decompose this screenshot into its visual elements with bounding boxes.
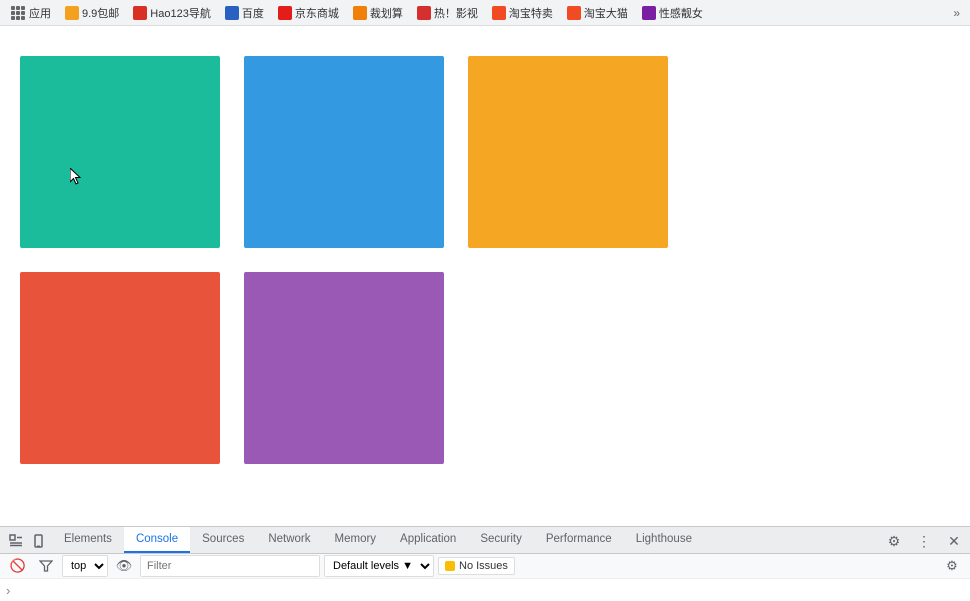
log-levels-select[interactable]: Default levels ▼: [324, 555, 434, 577]
devtools-tabs: Elements Console Sources Network Memory …: [0, 527, 970, 554]
context-selector[interactable]: top: [62, 555, 108, 577]
devtools-close-button[interactable]: ✕: [942, 529, 966, 553]
no-issues-label: No Issues: [459, 560, 508, 572]
bookmark-label-jd: 京东商城: [295, 5, 339, 21]
issue-dot-icon: [445, 561, 455, 571]
bookmark-label-taobao1: 淘宝特卖: [509, 5, 553, 21]
apps-grid-icon: [10, 5, 26, 21]
bookmark-label-baidu: 百度: [242, 5, 264, 21]
no-issues-badge[interactable]: No Issues: [438, 557, 515, 575]
bookmark-icon-baidu: [225, 6, 239, 20]
settings-icon-button[interactable]: ⚙: [940, 554, 964, 578]
bookmark-sexy[interactable]: 性感靓女: [636, 3, 709, 23]
tab-console[interactable]: Console: [124, 527, 190, 553]
devtools-settings-button[interactable]: ⚙: [882, 529, 906, 553]
more-bookmarks-icon[interactable]: »: [947, 6, 966, 20]
devtools-more-button[interactable]: ⋮: [912, 529, 936, 553]
inspect-element-button[interactable]: [4, 529, 28, 553]
teal-box: [20, 56, 220, 248]
bookmark-label-hao123: Hao123导航: [150, 5, 211, 21]
bookmark-jd[interactable]: 京东商城: [272, 3, 345, 23]
console-input-area[interactable]: [14, 581, 964, 599]
bookmark-label-99: 9.9包邮: [82, 5, 119, 21]
tab-performance[interactable]: Performance: [534, 527, 624, 553]
bookmark-icon-99: [65, 6, 79, 20]
bookmark-label-sexy: 性感靓女: [659, 5, 703, 21]
yellow-box: [468, 56, 668, 248]
bookmark-taobao2[interactable]: 淘宝大猫: [561, 3, 634, 23]
tab-lighthouse[interactable]: Lighthouse: [624, 527, 704, 553]
devtools-toolbar: 🚫 top 👁 Default levels ▼ No Issues ⚙: [0, 554, 970, 578]
bookmark-hao123[interactable]: Hao123导航: [127, 3, 217, 23]
devtools-panel: Elements Console Sources Network Memory …: [0, 526, 970, 600]
main-content: [0, 26, 970, 526]
tab-network[interactable]: Network: [256, 527, 322, 553]
tab-application[interactable]: Application: [388, 527, 468, 553]
bookmark-icon-taobao1: [492, 6, 506, 20]
bookmark-label-video: 热！影视: [434, 5, 478, 21]
bookmark-bar: 应用 9.9包邮 Hao123导航 百度 京东商城 裁划算 热！影视 淘宝特卖 …: [0, 0, 970, 26]
bookmark-icon-video: [417, 6, 431, 20]
bookmark-baidu[interactable]: 百度: [219, 3, 270, 23]
bookmark-icon-taobao2: [567, 6, 581, 20]
apps-label: 应用: [29, 5, 51, 21]
tab-memory[interactable]: Memory: [323, 527, 389, 553]
color-row-1: [20, 56, 950, 248]
bookmark-label-juhua: 裁划算: [370, 5, 403, 21]
bookmark-taobao1[interactable]: 淘宝特卖: [486, 3, 559, 23]
purple-box: [244, 272, 444, 464]
bookmark-icon-sexy: [642, 6, 656, 20]
tab-elements[interactable]: Elements: [52, 527, 124, 553]
bookmark-label-taobao2: 淘宝大猫: [584, 5, 628, 21]
clear-console-button[interactable]: 🚫: [6, 554, 30, 578]
console-filter-input[interactable]: [140, 555, 320, 577]
tab-sources[interactable]: Sources: [190, 527, 256, 553]
color-row-2: [20, 272, 950, 464]
toggle-filter-button[interactable]: [34, 554, 58, 578]
bookmark-video[interactable]: 热！影视: [411, 3, 484, 23]
bookmark-juhua[interactable]: 裁划算: [347, 3, 409, 23]
devtools-tab-actions: ⚙ ⋮ ✕: [882, 529, 970, 553]
bookmark-icon-juhua: [353, 6, 367, 20]
red-box: [20, 272, 220, 464]
bookmark-icon-hao123: [133, 6, 147, 20]
bookmark-icon-jd: [278, 6, 292, 20]
device-toolbar-button[interactable]: [28, 529, 52, 553]
tab-security[interactable]: Security: [468, 527, 534, 553]
bookmark-apps[interactable]: 应用: [4, 3, 57, 23]
bookmark-99[interactable]: 9.9包邮: [59, 3, 125, 23]
eye-icon-button[interactable]: 👁: [112, 554, 136, 578]
blue-box: [244, 56, 444, 248]
console-chevron-icon: ›: [6, 583, 10, 598]
console-input-row: ›: [0, 578, 970, 601]
